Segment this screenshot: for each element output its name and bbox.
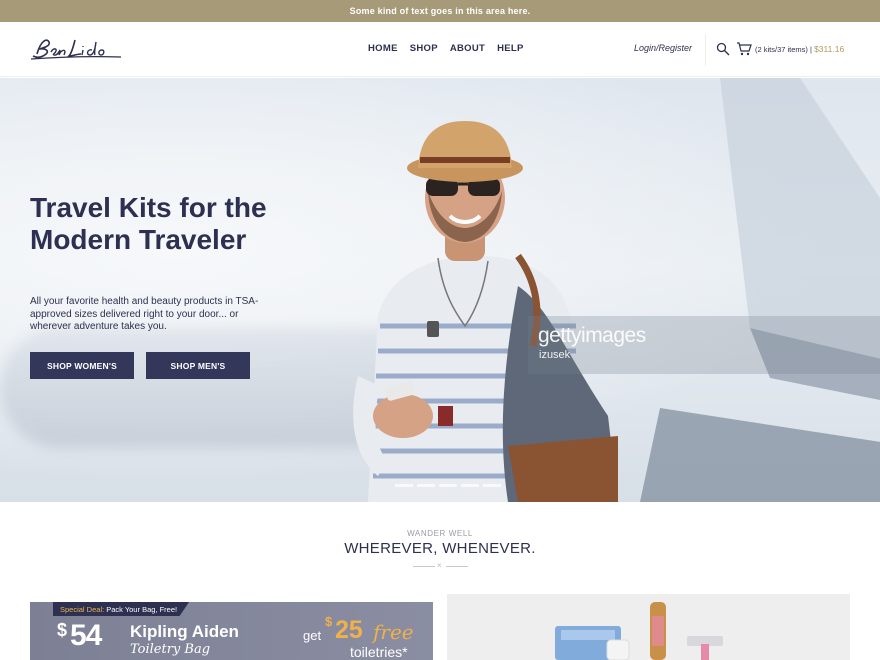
- promo-product-name: Kipling Aiden: [130, 622, 239, 641]
- carousel-dot[interactable]: [461, 484, 479, 487]
- hero-subtitle: All your favorite health and beauty prod…: [30, 296, 259, 332]
- nav-about[interactable]: ABOUT: [450, 43, 485, 54]
- announcement-bar: Some kind of text goes in this area here…: [0, 0, 880, 22]
- logo-wordmark-icon: [30, 39, 122, 60]
- wander-well-section: WANDER WELL WHEREVER, WHENEVER. ×: [0, 502, 880, 602]
- watermark-credit: izusek: [539, 349, 571, 361]
- main-nav: HOME SHOP ABOUT HELP: [368, 43, 524, 54]
- promo-offer-toiletries: toiletries*: [350, 644, 408, 660]
- nav-shop[interactable]: SHOP: [410, 43, 438, 54]
- carousel-dot[interactable]: [439, 484, 457, 487]
- search-icon[interactable]: [716, 42, 730, 56]
- cart-summary[interactable]: (2 kits/37 items) | $311.16: [755, 44, 844, 54]
- airplane-tail-image: [640, 78, 880, 502]
- promo-offer-free: free: [373, 620, 414, 644]
- header-divider: [705, 34, 706, 66]
- kipling-promo-card[interactable]: Special Deal: Pack Your Bag, Free! $ 54 …: [30, 602, 433, 660]
- divider-right: [446, 566, 468, 567]
- special-deal-badge: Special Deal: Pack Your Bag, Free!: [53, 602, 190, 616]
- promo-price: 54: [70, 619, 102, 652]
- cart-icon[interactable]: [736, 42, 752, 56]
- carousel-dot[interactable]: [417, 484, 435, 487]
- promo-get: get: [303, 628, 322, 643]
- products-image-card[interactable]: [447, 594, 850, 660]
- gettyimages-watermark: gettyimages izusek: [528, 316, 880, 374]
- section-eyebrow: WANDER WELL: [407, 529, 473, 538]
- badge-deal-text: Pack Your Bag, Free!: [106, 604, 178, 614]
- hero-title: Travel Kits for the Modern Traveler: [30, 192, 267, 255]
- nav-home[interactable]: HOME: [368, 43, 398, 54]
- nav-help[interactable]: HELP: [497, 43, 524, 54]
- cart-separator: |: [810, 45, 812, 54]
- site-header: HOME SHOP ABOUT HELP Login/Register (2 k…: [0, 22, 880, 77]
- promo-offer-currency: $: [325, 614, 333, 629]
- announcement-text: Some kind of text goes in this area here…: [349, 6, 531, 16]
- badge-deal-label: Special Deal:: [60, 604, 105, 614]
- carousel-dot[interactable]: [483, 484, 501, 487]
- cart-items: (2 kits/37 items): [755, 45, 808, 54]
- hero-banner: gettyimages izusek Travel Kits for the M…: [0, 78, 880, 502]
- shop-mens-button[interactable]: SHOP MEN'S: [146, 352, 250, 379]
- promo-product-type: Toiletry Bag: [130, 642, 211, 657]
- shop-womens-button[interactable]: SHOP WOMEN'S: [30, 352, 134, 379]
- login-register-link[interactable]: Login/Register: [634, 43, 692, 53]
- cart-total: $311.16: [814, 44, 845, 54]
- promo-offer-amount: 25: [335, 616, 363, 644]
- divider-mark: ×: [437, 561, 442, 570]
- toiletries-photo: [555, 602, 723, 660]
- traveler-photo: [353, 121, 618, 502]
- section-heading: WHEREVER, WHENEVER.: [344, 540, 536, 557]
- carousel-dot[interactable]: [395, 484, 413, 487]
- divider-left: [413, 566, 435, 567]
- logo[interactable]: [29, 32, 124, 66]
- watermark-brand: gettyimages: [538, 324, 646, 347]
- carousel-indicators[interactable]: [395, 484, 501, 487]
- promo-currency: $: [57, 620, 68, 640]
